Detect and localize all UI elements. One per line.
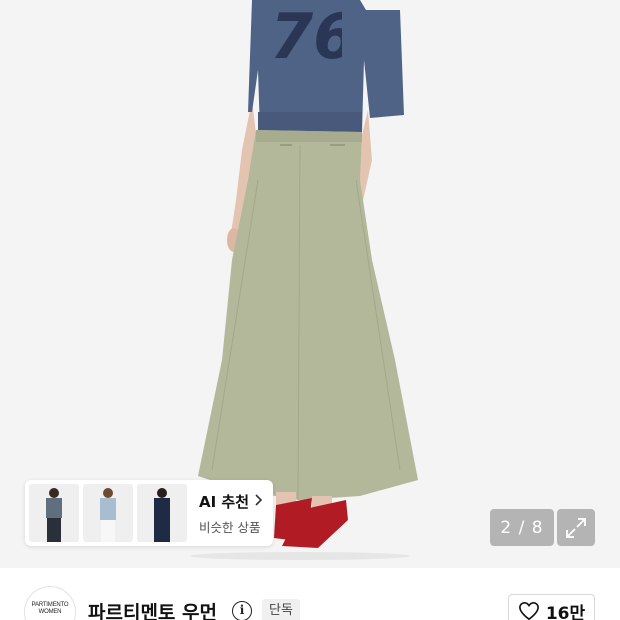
like-count: 16만 [545, 603, 586, 620]
expand-icon [566, 517, 586, 538]
brand-logo-line2: WOMEN [38, 609, 62, 615]
thumbnail-2-image [83, 484, 133, 542]
brand-bar: PARTIMENTO WOMEN 파르티멘토 우먼 i 단독 16만 [0, 568, 620, 620]
brand-logo-line1: PARTIMENTO [31, 602, 69, 608]
svg-text:76: 76 [270, 0, 342, 70]
ai-recommend-title: AI 추천 [199, 492, 250, 511]
recommend-thumbnail[interactable] [137, 484, 187, 542]
jersey-number-graphic: 76 [270, 0, 342, 70]
ai-recommend-subtitle: 비슷한 상품 [199, 519, 261, 535]
brand-name-link[interactable]: 파르티멘토 우먼 [88, 598, 217, 620]
image-page-indicator: 2 / 8 [490, 509, 554, 546]
thumbnail-1-image [29, 484, 79, 542]
ai-recommend-text: AI 추천 비슷한 상품 [199, 491, 263, 536]
recommend-thumbnail[interactable] [83, 484, 133, 542]
chevron-right-icon [255, 492, 263, 510]
exclusive-badge: 단독 [262, 599, 300, 620]
like-button[interactable]: 16만 [508, 594, 595, 620]
heart-outline-icon [518, 601, 539, 620]
recommend-thumbnail[interactable] [29, 484, 79, 542]
thumbnail-3-image [137, 484, 187, 542]
expand-image-button[interactable] [557, 509, 595, 546]
ai-recommend-card[interactable]: AI 추천 비슷한 상품 [25, 480, 273, 546]
brand-logo[interactable]: PARTIMENTO WOMEN [24, 586, 76, 620]
info-icon[interactable]: i [232, 601, 252, 620]
